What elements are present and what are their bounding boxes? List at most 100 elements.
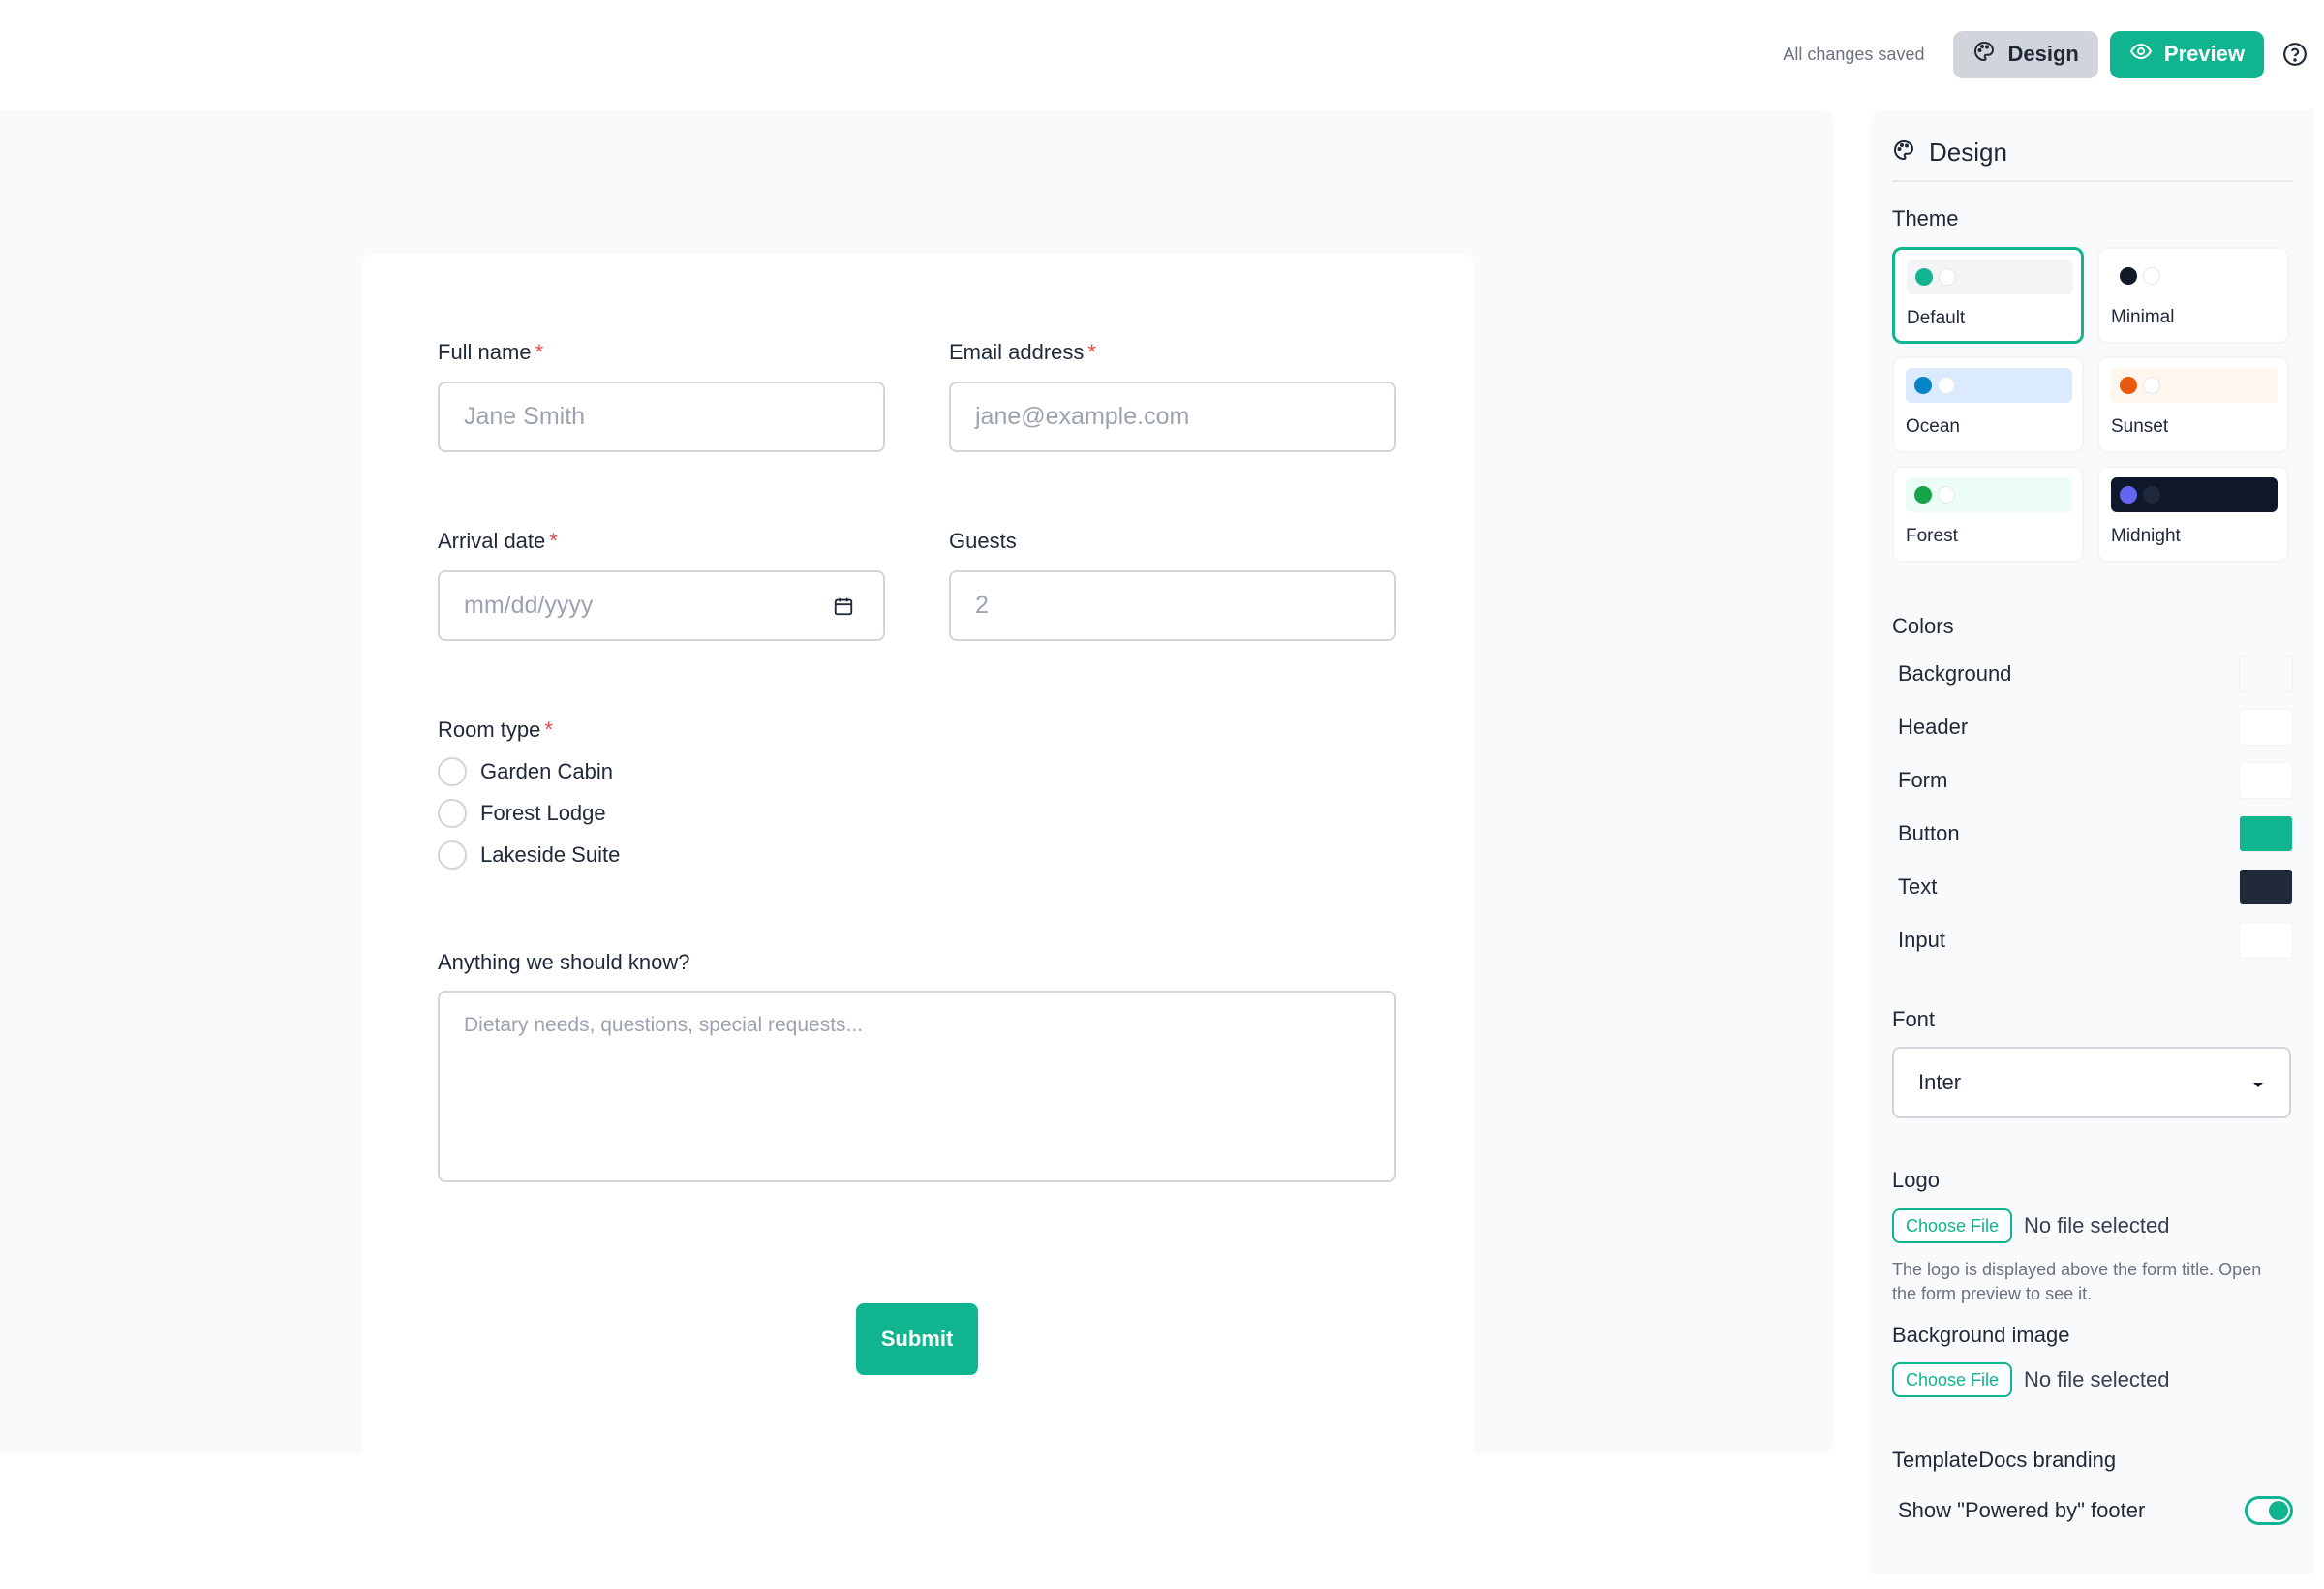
palette-icon [1892, 138, 1915, 167]
theme-name: Ocean [1906, 416, 1960, 437]
theme-dot [1914, 377, 1932, 394]
color-picker[interactable] [2239, 869, 2293, 905]
powered-by-toggle[interactable] [2245, 1496, 2293, 1525]
file-status: No file selected [2024, 1213, 2170, 1238]
notes-placeholder: Dietary needs, questions, special reques… [464, 1014, 864, 1036]
room-option-lakeside-suite[interactable]: Lakeside Suite [438, 840, 620, 870]
calendar-icon[interactable] [833, 596, 854, 624]
guests-value: 2 [975, 592, 989, 619]
required-mark: * [549, 529, 558, 553]
required-mark: * [544, 718, 553, 742]
theme-dot [1915, 268, 1933, 286]
color-label: Input [1898, 928, 1945, 952]
design-panel: Design Theme Default Minimal Ocean Sunse… [1871, 109, 2314, 1574]
color-row-form: Form [1892, 761, 2293, 800]
color-label: Background [1898, 661, 2012, 686]
color-row-text: Text [1892, 868, 2293, 906]
color-picker[interactable] [2239, 656, 2293, 692]
arrival-date-label: Arrival date * [438, 529, 558, 553]
theme-name: Forest [1906, 526, 1958, 546]
theme-name: Minimal [2111, 307, 2175, 327]
room-option-garden-cabin[interactable]: Garden Cabin [438, 757, 613, 786]
email-input[interactable]: jane@example.com [949, 382, 1396, 452]
theme-name: Sunset [2111, 416, 2169, 437]
notes-textarea[interactable]: Dietary needs, questions, special reques… [438, 991, 1396, 1182]
preview-canvas: Full name * Jane Smith Email address * jan… [0, 109, 1834, 1497]
theme-swatch [1906, 477, 2072, 512]
palette-icon [1972, 40, 1996, 69]
caret-down-icon [2251, 1070, 2265, 1095]
design-button[interactable]: Design [1953, 30, 2098, 78]
color-picker[interactable] [2239, 762, 2293, 799]
required-mark: * [535, 340, 544, 364]
app-root: All changes saved Design Preview Full na… [0, 0, 2324, 1589]
color-row-background: Background [1892, 655, 2293, 693]
color-label: Header [1898, 715, 1969, 739]
full-name-label: Full name * [438, 340, 544, 364]
color-picker[interactable] [2239, 815, 2293, 852]
theme-card-forest[interactable]: Forest [1892, 466, 2084, 563]
powered-by-label: Show "Powered by" footer [1898, 1498, 2146, 1522]
color-label: Text [1898, 874, 1938, 899]
file-status: No file selected [2024, 1367, 2170, 1391]
color-picker[interactable] [2239, 922, 2293, 959]
help-icon[interactable] [2281, 41, 2309, 68]
design-panel-title: Design [1929, 138, 2007, 167]
theme-name: Midnight [2111, 526, 2181, 546]
theme-swatch [2111, 368, 2278, 403]
required-mark: * [1087, 340, 1096, 364]
theme-swatch [2111, 477, 2278, 512]
theme-dot [2120, 267, 2137, 285]
theme-dot [1914, 486, 1932, 504]
email-label: Email address * [949, 340, 1096, 364]
font-select[interactable]: Inter [1892, 1047, 2291, 1118]
notes-label: Anything we should know? [438, 950, 690, 974]
theme-card-default[interactable]: Default [1892, 247, 2084, 344]
logo-hint: The logo is displayed above the form tit… [1892, 1260, 2262, 1303]
background-image-label: Background image [1892, 1323, 2070, 1347]
design-button-label: Design [2007, 42, 2079, 66]
full-name-placeholder: Jane Smith [464, 403, 586, 430]
theme-card-midnight[interactable]: Midnight [2097, 466, 2289, 563]
preview-button-label: Preview [2163, 42, 2245, 66]
branding-section-label: TemplateDocs branding [1892, 1448, 2117, 1472]
color-row-input: Input [1892, 921, 2293, 960]
eye-icon [2129, 40, 2153, 69]
color-row-button: Button [1892, 814, 2293, 853]
theme-name: Default [1907, 308, 1966, 328]
choose-file-button[interactable]: Choose File [1892, 1362, 2013, 1397]
radio-button[interactable] [438, 840, 467, 870]
font-section-label: Font [1892, 1007, 1936, 1031]
background-image-file-input: Choose File No file selected [1892, 1362, 2169, 1397]
arrival-date-input[interactable]: mm/dd/yyyy [438, 570, 885, 641]
theme-swatch [2111, 259, 2278, 293]
radio-label: Forest Lodge [480, 801, 606, 825]
radio-button[interactable] [438, 799, 467, 828]
color-row-header: Header [1892, 708, 2293, 747]
theme-card-sunset[interactable]: Sunset [2097, 356, 2289, 453]
color-label: Button [1898, 821, 1960, 845]
radio-label: Garden Cabin [480, 759, 613, 783]
theme-section-label: Theme [1892, 206, 1959, 230]
save-status: All changes saved [1783, 44, 1925, 64]
color-picker[interactable] [2239, 709, 2293, 746]
choose-file-button[interactable]: Choose File [1892, 1208, 2013, 1243]
preview-button[interactable]: Preview [2109, 30, 2264, 78]
radio-button[interactable] [438, 757, 467, 786]
theme-card-ocean[interactable]: Ocean [1892, 356, 2084, 453]
font-select-value: Inter [1918, 1070, 1962, 1094]
powered-by-row: Show "Powered by" footer [1892, 1496, 2293, 1525]
theme-card-minimal[interactable]: Minimal [2097, 247, 2289, 344]
full-name-input[interactable]: Jane Smith [438, 382, 885, 452]
theme-dot [2120, 486, 2137, 504]
theme-swatch [1906, 368, 2072, 403]
theme-swatch [1907, 260, 2073, 294]
form-card: Full name * Jane Smith Email address * jan… [362, 255, 1474, 1497]
design-panel-header: Design [1892, 138, 2293, 182]
logo-section-label: Logo [1892, 1168, 1940, 1192]
logo-file-input: Choose File No file selected [1892, 1208, 2169, 1243]
room-option-forest-lodge[interactable]: Forest Lodge [438, 799, 606, 828]
arrival-date-placeholder: mm/dd/yyyy [464, 592, 594, 619]
guests-input[interactable]: 2 [949, 570, 1396, 641]
submit-button[interactable]: Submit [856, 1303, 978, 1375]
